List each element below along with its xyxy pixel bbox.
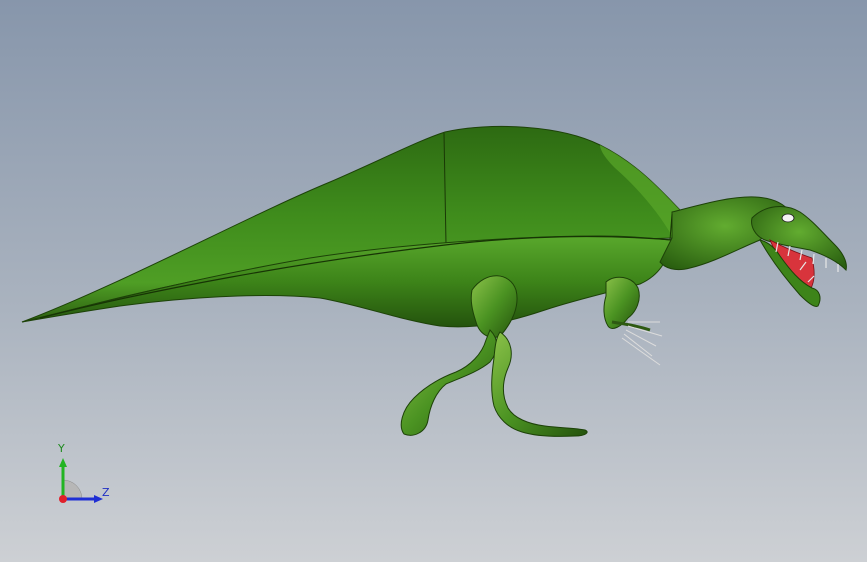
triad-x-origin <box>59 495 67 503</box>
eye <box>781 213 795 223</box>
hind-leg-rear <box>400 329 498 436</box>
triad-z-label: Z <box>102 486 110 499</box>
triad-y-label: Y <box>58 442 65 455</box>
spinosaurus-model[interactable] <box>0 0 867 562</box>
hind-thigh <box>470 275 518 338</box>
front-arm <box>603 276 640 329</box>
coordinate-triad: Y Z <box>48 440 118 510</box>
hind-leg-front <box>491 331 588 437</box>
triad-quadrant <box>62 479 83 500</box>
graphics-viewport[interactable]: Y Z <box>0 0 867 562</box>
triad-y-arrow <box>59 458 67 467</box>
